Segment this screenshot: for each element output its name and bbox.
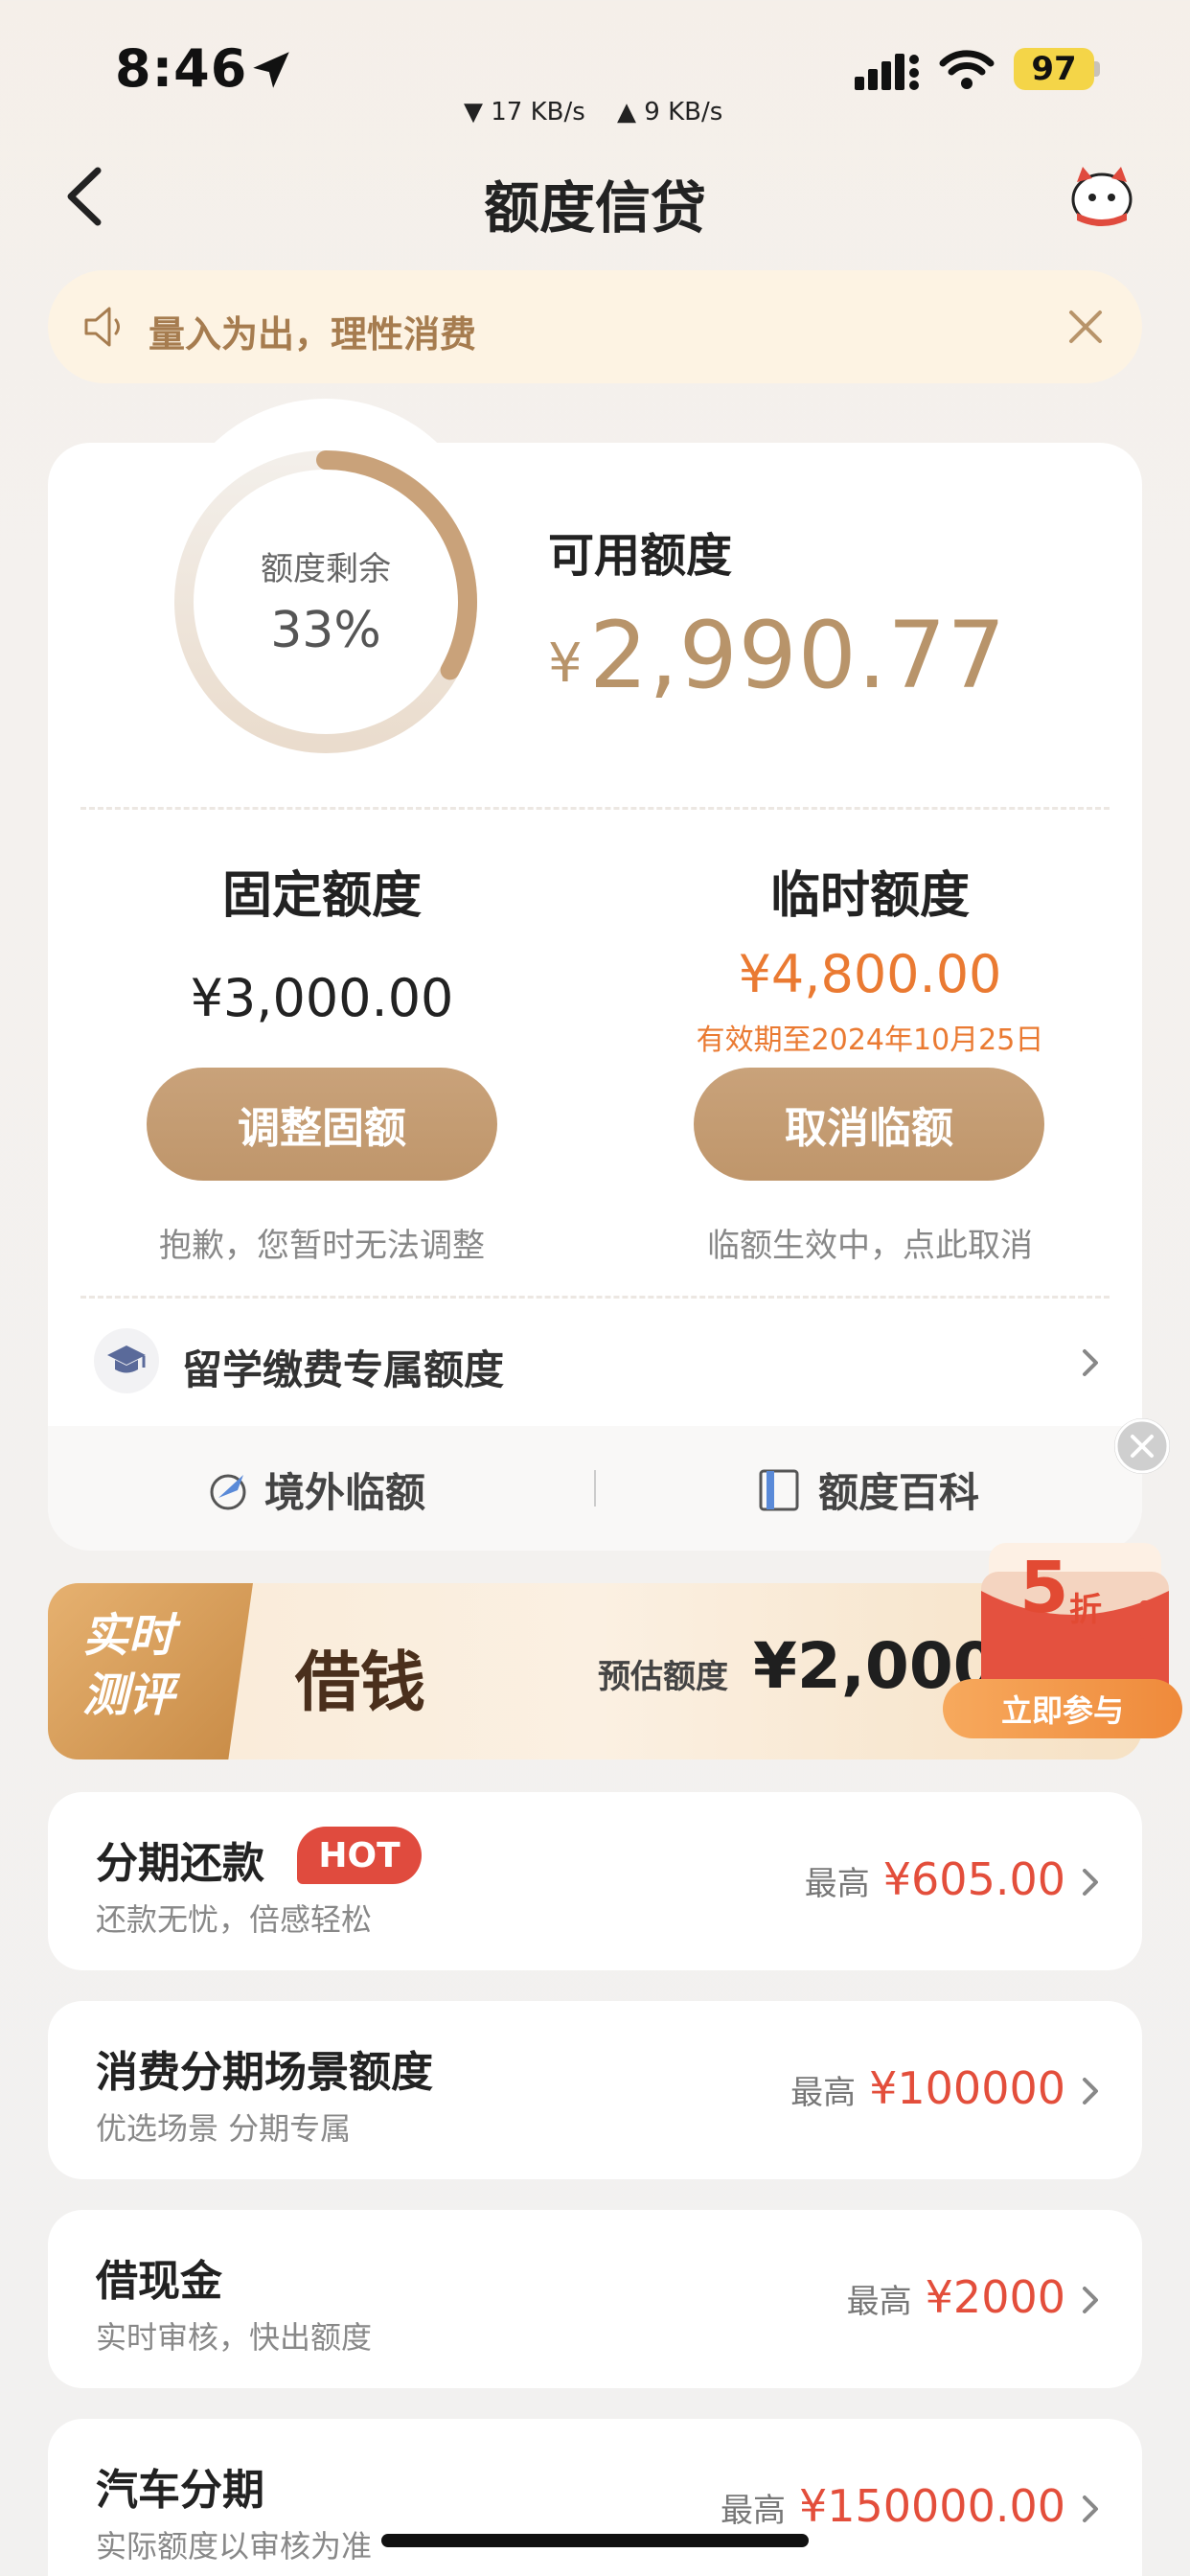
book-icon xyxy=(759,1469,799,1510)
item-max: 最高 ¥605.00 xyxy=(805,1853,1065,1905)
temporary-limit-expiry: 有效期至2024年10月25日 xyxy=(696,1024,1044,1057)
chevron-right-icon xyxy=(1083,1349,1098,1376)
item-subtitle: 实际额度以审核为准 xyxy=(96,2528,373,2564)
item-max-label: 最高 xyxy=(720,2492,786,2530)
battery-indicator: 97 xyxy=(1014,48,1094,90)
item-subtitle: 实时审核，快出额度 xyxy=(96,2319,373,2356)
item-max-value: ¥2000 xyxy=(925,2271,1065,2323)
upload-speed: ▲ 9 KB/s xyxy=(617,98,723,126)
join-now-button[interactable]: 立即参与 xyxy=(943,1679,1182,1738)
available-limit-value: 2,990.77 xyxy=(589,602,1007,709)
location-arrow-icon xyxy=(253,52,289,88)
item-max-label: 最高 xyxy=(846,2283,912,2321)
fixed-limit-title: 固定额度 xyxy=(221,867,422,925)
status-time: 8:46 xyxy=(115,38,248,99)
overseas-temp-limit-label: 境外临额 xyxy=(264,1469,426,1516)
wifi-icon xyxy=(939,50,995,89)
temporary-limit-amount: ¥4,800.00 xyxy=(738,944,1002,1004)
home-indicator[interactable] xyxy=(381,2534,809,2547)
limit-encyclopedia-label: 额度百科 xyxy=(818,1469,980,1516)
battery-tip xyxy=(1094,61,1100,77)
chevron-right-icon xyxy=(1083,1869,1098,1896)
hot-badge: HOT xyxy=(297,1827,422,1884)
study-abroad-limit-label: 留学缴费专属额度 xyxy=(182,1346,505,1393)
chevron-right-icon xyxy=(1083,2078,1098,2104)
promo-estimate-label: 预估额度 xyxy=(598,1658,728,1696)
item-subtitle: 优选场景 分期专属 xyxy=(96,2110,352,2147)
chevron-right-icon xyxy=(1083,2287,1098,2313)
item-max: 最高 ¥100000 xyxy=(790,2062,1065,2114)
item-max: 最高 ¥150000.00 xyxy=(721,2480,1065,2532)
fixed-limit-hint: 抱歉，您暂时无法调整 xyxy=(159,1227,485,1265)
cellular-signal-icon xyxy=(855,54,919,90)
available-limit-label: 可用额度 xyxy=(548,529,733,583)
available-currency-symbol: ¥ xyxy=(548,632,583,695)
item-subtitle: 还款无忧，倍感轻松 xyxy=(96,1901,373,1938)
divider xyxy=(80,1296,1110,1299)
mascot-icon[interactable] xyxy=(1064,163,1140,230)
graduation-cap-icon xyxy=(107,1346,146,1373)
divider xyxy=(80,807,1110,810)
notice-text: 量入为出，理性消费 xyxy=(149,313,477,356)
tools-separator xyxy=(594,1470,596,1506)
overseas-temp-limit-link[interactable]: 境外临额 xyxy=(205,1460,425,1519)
item-max: 最高 ¥2000 xyxy=(847,2271,1065,2323)
item-title: 消费分期场景额度 xyxy=(96,2048,433,2097)
item-max-value: ¥150000.00 xyxy=(798,2480,1065,2532)
promo-title: 借钱 xyxy=(295,1644,426,1721)
notice-close-button[interactable] xyxy=(1064,305,1108,349)
temporary-limit-hint[interactable]: 临额生效中，点此取消 xyxy=(659,1219,1081,1266)
cancel-temporary-limit-button[interactable]: 取消临额 xyxy=(694,1068,1044,1181)
download-speed: ▼ 17 KB/s xyxy=(464,98,585,126)
page-title: 额度信贷 xyxy=(483,175,706,241)
item-title: 借现金 xyxy=(96,2257,222,2306)
item-max-value: ¥100000 xyxy=(869,2062,1065,2114)
discount-number: 5 xyxy=(1019,1547,1069,1629)
plane-globe-icon xyxy=(210,1474,246,1509)
speaker-icon xyxy=(84,307,120,347)
fixed-limit-amount: ¥3,000.00 xyxy=(190,968,454,1028)
item-max-value: ¥605.00 xyxy=(882,1853,1065,1905)
chevron-right-icon xyxy=(1083,2496,1098,2522)
promo-tag-text: 实时 测评 xyxy=(82,1609,175,1722)
item-title: 分期还款 xyxy=(96,1839,264,1888)
ring-label: 额度剩余 xyxy=(261,550,391,588)
item-title: 汽车分期 xyxy=(96,2466,264,2515)
item-max-label: 最高 xyxy=(804,1865,870,1903)
limit-encyclopedia-link[interactable]: 额度百科 xyxy=(757,1460,979,1519)
adjust-fixed-limit-button[interactable]: 调整固额 xyxy=(147,1068,497,1181)
discount-unit: 折 xyxy=(1069,1591,1102,1629)
temporary-limit-title: 临时额度 xyxy=(769,867,970,925)
ring-percent: 33% xyxy=(270,602,381,659)
float-close-button[interactable] xyxy=(1114,1418,1170,1474)
item-max-label: 最高 xyxy=(790,2074,857,2112)
